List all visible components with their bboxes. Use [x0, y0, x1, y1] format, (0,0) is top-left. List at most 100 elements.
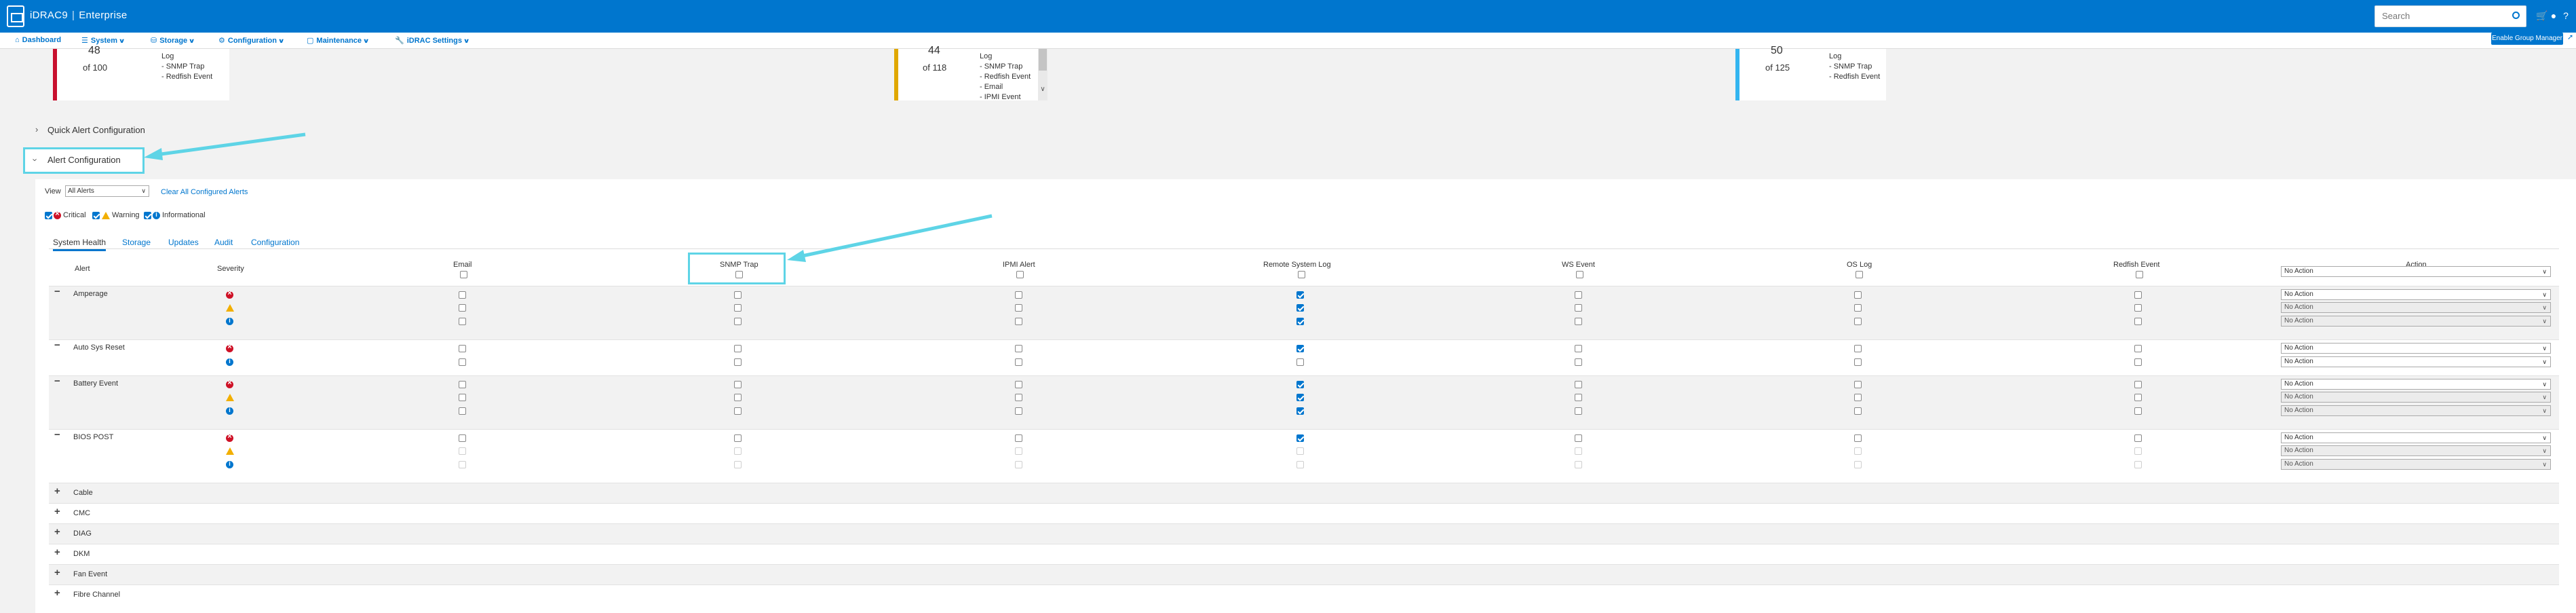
alert-action-checkbox[interactable] — [734, 291, 742, 299]
alert-action-checkbox[interactable] — [1296, 394, 1304, 401]
collapse-icon[interactable]: − — [54, 286, 60, 297]
alert-action-checkbox[interactable] — [459, 394, 466, 401]
alert-action-checkbox[interactable] — [734, 358, 742, 366]
alert-action-checkbox[interactable] — [1854, 345, 1862, 352]
alert-action-checkbox[interactable] — [1296, 381, 1304, 388]
alert-action-checkbox[interactable] — [2134, 381, 2142, 388]
alert-action-checkbox[interactable] — [1296, 291, 1304, 299]
expand-icon[interactable]: + — [54, 587, 60, 599]
alert-action-checkbox[interactable] — [1854, 407, 1862, 415]
alert-action-checkbox[interactable] — [2134, 461, 2142, 468]
alert-action-checkbox[interactable] — [734, 434, 742, 442]
alert-action-checkbox[interactable] — [1296, 407, 1304, 415]
alert-action-checkbox[interactable] — [734, 447, 742, 455]
alert-action-checkbox[interactable] — [1015, 304, 1022, 312]
action-select[interactable]: No Action ∨ — [2281, 356, 2551, 367]
alert-action-checkbox[interactable] — [1575, 345, 1582, 352]
column-select-all-checkbox[interactable] — [1298, 271, 1305, 278]
alert-action-checkbox[interactable] — [1296, 447, 1304, 455]
alert-action-checkbox[interactable] — [734, 318, 742, 325]
alert-action-checkbox[interactable] — [1296, 434, 1304, 442]
action-select[interactable]: No Action ∨ — [2281, 302, 2551, 313]
alert-action-checkbox[interactable] — [1575, 447, 1582, 455]
alert-action-checkbox[interactable] — [1296, 461, 1304, 468]
alert-action-checkbox[interactable] — [459, 447, 466, 455]
column-select-all-checkbox[interactable] — [460, 271, 467, 278]
column-select-all-checkbox[interactable] — [1016, 271, 1024, 278]
alert-action-checkbox[interactable] — [1296, 345, 1304, 352]
alert-action-checkbox[interactable] — [2134, 345, 2142, 352]
expand-icon[interactable]: + — [54, 526, 60, 538]
alert-action-checkbox[interactable] — [2134, 318, 2142, 325]
alert-action-checkbox[interactable] — [1854, 461, 1862, 468]
alert-action-checkbox[interactable] — [1854, 381, 1862, 388]
action-select-all[interactable]: No Action ∨ — [2281, 266, 2551, 277]
alert-action-checkbox[interactable] — [1015, 461, 1022, 468]
column-select-all-checkbox[interactable] — [735, 271, 743, 278]
action-select[interactable]: No Action ∨ — [2281, 343, 2551, 354]
alert-action-checkbox[interactable] — [1575, 304, 1582, 312]
alert-action-checkbox[interactable] — [1015, 394, 1022, 401]
alert-action-checkbox[interactable] — [1854, 291, 1862, 299]
action-select[interactable]: No Action ∨ — [2281, 392, 2551, 403]
alert-action-checkbox[interactable] — [459, 434, 466, 442]
alert-action-checkbox[interactable] — [2134, 407, 2142, 415]
alert-action-checkbox[interactable] — [1575, 358, 1582, 366]
alert-action-checkbox[interactable] — [1575, 394, 1582, 401]
alert-action-checkbox[interactable] — [2134, 447, 2142, 455]
alert-action-checkbox[interactable] — [734, 345, 742, 352]
alert-action-checkbox[interactable] — [1854, 318, 1862, 325]
alert-action-checkbox[interactable] — [1854, 447, 1862, 455]
alert-action-checkbox[interactable] — [1296, 358, 1304, 366]
alert-action-checkbox[interactable] — [1015, 318, 1022, 325]
expand-icon[interactable]: + — [54, 567, 60, 578]
alert-action-checkbox[interactable] — [2134, 358, 2142, 366]
alert-action-checkbox[interactable] — [2134, 394, 2142, 401]
action-select[interactable]: No Action ∨ — [2281, 379, 2551, 390]
alert-action-checkbox[interactable] — [1854, 434, 1862, 442]
alert-action-checkbox[interactable] — [1015, 434, 1022, 442]
alert-action-checkbox[interactable] — [734, 394, 742, 401]
alert-action-checkbox[interactable] — [1854, 394, 1862, 401]
alert-action-checkbox[interactable] — [1575, 461, 1582, 468]
alert-action-checkbox[interactable] — [459, 304, 466, 312]
expand-icon[interactable]: + — [54, 506, 60, 517]
alert-action-checkbox[interactable] — [1015, 291, 1022, 299]
alert-action-checkbox[interactable] — [1015, 407, 1022, 415]
alert-action-checkbox[interactable] — [1015, 381, 1022, 388]
action-select[interactable]: No Action ∨ — [2281, 289, 2551, 300]
action-select[interactable]: No Action ∨ — [2281, 316, 2551, 327]
alert-action-checkbox[interactable] — [459, 345, 466, 352]
action-select[interactable]: No Action ∨ — [2281, 432, 2551, 443]
action-select[interactable]: No Action ∨ — [2281, 459, 2551, 470]
alert-action-checkbox[interactable] — [1854, 304, 1862, 312]
alert-action-checkbox[interactable] — [459, 291, 466, 299]
alert-action-checkbox[interactable] — [734, 461, 742, 468]
alert-action-checkbox[interactable] — [1015, 345, 1022, 352]
alert-action-checkbox[interactable] — [1015, 447, 1022, 455]
alert-action-checkbox[interactable] — [1575, 318, 1582, 325]
alert-action-checkbox[interactable] — [459, 358, 466, 366]
collapse-icon[interactable]: − — [54, 375, 60, 387]
expand-icon[interactable]: + — [54, 485, 60, 497]
alert-action-checkbox[interactable] — [1854, 358, 1862, 366]
alert-action-checkbox[interactable] — [734, 381, 742, 388]
alert-action-checkbox[interactable] — [734, 304, 742, 312]
collapse-icon[interactable]: − — [54, 429, 60, 441]
alert-action-checkbox[interactable] — [1575, 407, 1582, 415]
alert-action-checkbox[interactable] — [1296, 304, 1304, 312]
alert-action-checkbox[interactable] — [1575, 291, 1582, 299]
column-select-all-checkbox[interactable] — [1856, 271, 1863, 278]
alert-action-checkbox[interactable] — [459, 381, 466, 388]
collapse-icon[interactable]: − — [54, 339, 60, 351]
expand-icon[interactable]: + — [54, 546, 60, 558]
alert-action-checkbox[interactable] — [734, 407, 742, 415]
alert-action-checkbox[interactable] — [1575, 381, 1582, 388]
alert-action-checkbox[interactable] — [2134, 434, 2142, 442]
alert-action-checkbox[interactable] — [2134, 304, 2142, 312]
alert-action-checkbox[interactable] — [459, 407, 466, 415]
action-select[interactable]: No Action ∨ — [2281, 445, 2551, 456]
alert-action-checkbox[interactable] — [1015, 358, 1022, 366]
column-select-all-checkbox[interactable] — [1576, 271, 1583, 278]
alert-action-checkbox[interactable] — [1296, 318, 1304, 325]
